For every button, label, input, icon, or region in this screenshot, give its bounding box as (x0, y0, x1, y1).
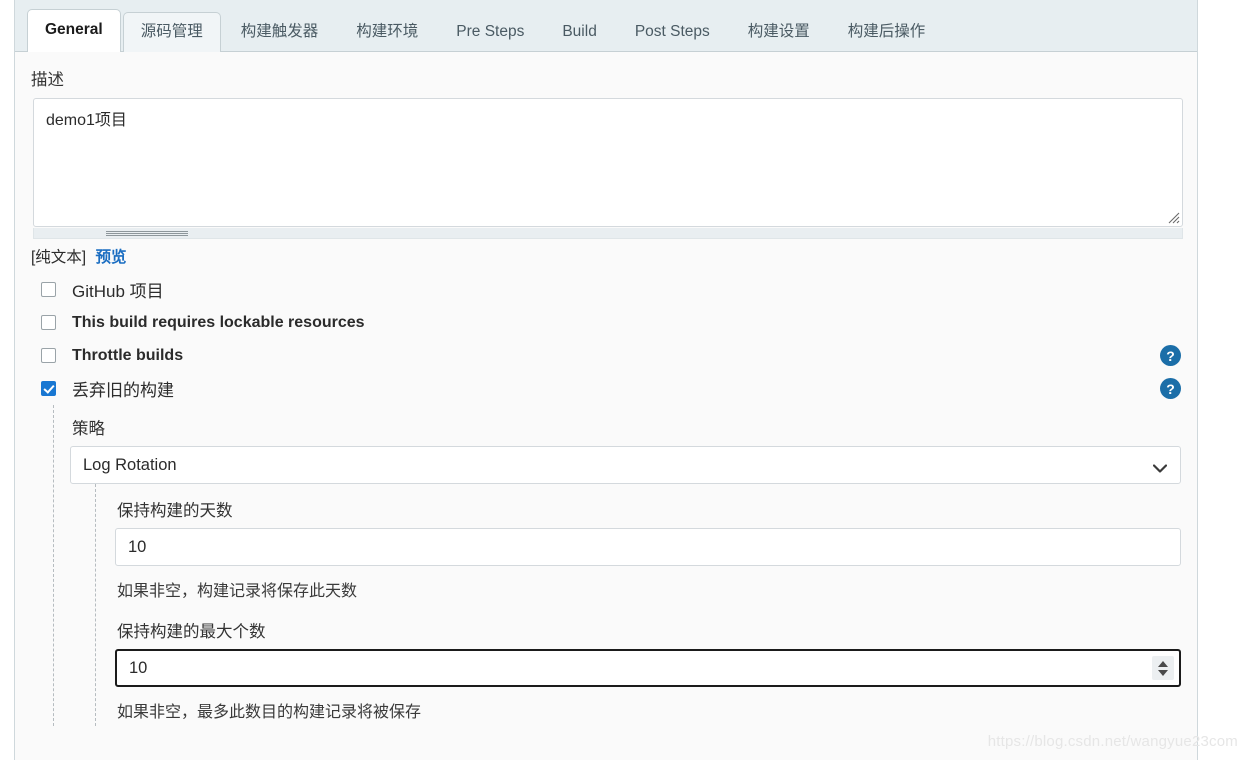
tab-label: 源码管理 (140, 22, 203, 40)
tab-label: 构建后操作 (847, 22, 926, 40)
checkbox-label[interactable]: 丢弃旧的构建 (72, 376, 174, 401)
tab-label: General (45, 20, 103, 38)
tab-build[interactable]: Build (544, 12, 614, 52)
days-to-keep-help: 如果非空，构建记录将保存此天数 (117, 583, 358, 600)
tab-pre-steps[interactable]: Pre Steps (438, 12, 542, 52)
strategy-label: 策略 (72, 420, 105, 438)
tab-post-build-actions[interactable]: 构建后操作 (830, 12, 944, 52)
strategy-select-value: Log Rotation (83, 455, 177, 474)
max-builds-to-keep-label: 保持构建的最大个数 (117, 623, 266, 641)
screen: General 源码管理 构建触发器 构建环境 Pre Steps Build … (0, 0, 1246, 760)
checkbox-row-github-project[interactable]: GitHub 项目 (15, 273, 1197, 306)
strategy-select[interactable]: Log Rotation (70, 446, 1181, 484)
checkbox-label[interactable]: GitHub 项目 (72, 277, 164, 302)
job-config-panel: General 源码管理 构建触发器 构建环境 Pre Steps Build … (14, 0, 1198, 760)
help-icon-throttle-builds[interactable]: ? (1160, 345, 1181, 366)
checkbox-discard-old-builds[interactable] (41, 381, 56, 396)
discard-builds-fields: 保持构建的天数 如果非空，构建记录将保存此天数 保持构建的最大个数 如果非空，最… (95, 484, 1197, 726)
checkbox-row-lockable-resources[interactable]: This build requires lockable resources (15, 306, 1197, 339)
tab-source-code-management[interactable]: 源码管理 (122, 11, 221, 52)
help-icon-discard-old-builds[interactable]: ? (1160, 378, 1181, 399)
preview-link[interactable]: 预览 (95, 249, 126, 266)
days-to-keep-input[interactable] (115, 528, 1181, 566)
tab-label: Post Steps (634, 22, 710, 40)
help-icon-glyph: ? (1166, 347, 1175, 364)
max-builds-to-keep-input[interactable] (115, 649, 1181, 687)
max-builds-to-keep-help: 如果非空，最多此数目的构建记录将被保存 (117, 704, 422, 721)
description-resize-strip[interactable] (33, 228, 1183, 239)
description-label: 描述 (31, 71, 64, 89)
watermark: https://blog.csdn.net/wangyue23com (987, 733, 1238, 750)
checkbox-row-discard-old-builds[interactable]: 丢弃旧的构建 ? (15, 372, 1197, 405)
tab-label: Build (562, 22, 597, 40)
checkbox-label[interactable]: This build requires lockable resources (72, 314, 365, 332)
checkbox-lockable-resources[interactable] (41, 315, 56, 330)
markup-type-row: [纯文本] 预览 (15, 239, 1197, 267)
triangle-down-icon[interactable] (1158, 669, 1168, 676)
config-tab-bar: General 源码管理 构建触发器 构建环境 Pre Steps Build … (15, 0, 1197, 52)
help-icon-glyph: ? (1166, 380, 1175, 397)
tab-label: 构建环境 (356, 22, 419, 40)
tab-general[interactable]: General (27, 8, 121, 52)
tab-label: 构建设置 (747, 22, 810, 40)
checkbox-github-project[interactable] (41, 282, 56, 297)
config-body: 描述 [纯文本] 预览 GitHub 项目 (15, 52, 1197, 726)
checkbox-throttle-builds[interactable] (41, 348, 56, 363)
tab-build-settings[interactable]: 构建设置 (730, 12, 828, 52)
tab-label: Pre Steps (456, 22, 525, 40)
tab-post-steps[interactable]: Post Steps (617, 12, 728, 52)
description-textarea[interactable] (33, 98, 1183, 227)
tab-label: 构建触发器 (240, 22, 319, 40)
days-to-keep-label: 保持构建的天数 (117, 502, 233, 520)
checkbox-row-throttle-builds[interactable]: Throttle builds ? (15, 339, 1197, 372)
number-stepper[interactable] (1152, 656, 1174, 680)
markup-type-label: [纯文本] (31, 249, 87, 266)
triangle-up-icon[interactable] (1158, 660, 1168, 667)
drag-handle-icon[interactable] (106, 231, 188, 236)
chevron-down-icon (1152, 460, 1168, 478)
max-builds-to-keep-wrapper (115, 649, 1181, 687)
tab-build-environment[interactable]: 构建环境 (338, 12, 436, 52)
checkbox-label[interactable]: Throttle builds (72, 347, 183, 365)
tab-build-triggers[interactable]: 构建触发器 (223, 12, 337, 52)
description-field-wrapper (33, 98, 1183, 227)
discard-builds-section: 策略 Log Rotation 保持构建的天数 如果非空，构建记录将保存此天数 … (53, 405, 1197, 726)
